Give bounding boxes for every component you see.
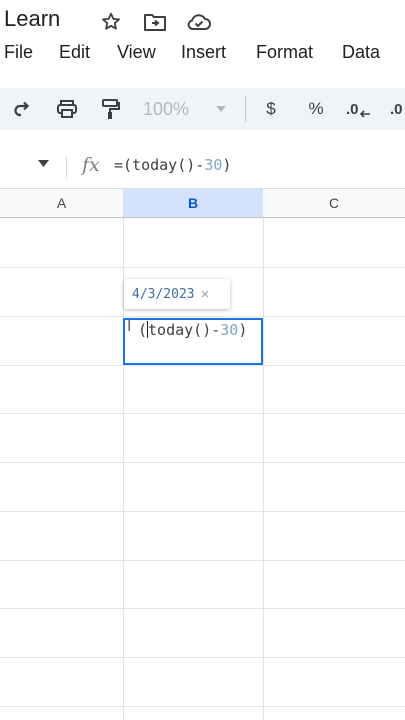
name-box-dropdown-icon[interactable]	[38, 160, 49, 167]
grid-column-line	[263, 218, 264, 720]
paint-format-icon[interactable]	[96, 94, 126, 124]
increase-decimal-button[interactable]: .0	[390, 94, 405, 124]
grid-row-line	[0, 316, 405, 317]
zoom-select[interactable]: 100%	[143, 94, 203, 124]
column-header-a[interactable]: A	[0, 188, 123, 218]
cell-close-paren: )	[238, 321, 248, 339]
tooltip-value: 4/3/2023	[132, 286, 195, 302]
menu-data[interactable]: Data	[342, 42, 380, 63]
formula-result-tooltip: 4/3/2023 ×	[124, 279, 230, 309]
move-to-folder-icon[interactable]	[142, 9, 168, 35]
redo-icon[interactable]	[8, 94, 36, 124]
menu-edit[interactable]: Edit	[59, 42, 90, 63]
menu-insert[interactable]: Insert	[181, 42, 226, 63]
increase-decimal-label: .0	[390, 100, 403, 118]
fx-icon: fx	[82, 154, 100, 176]
grid-row-line	[0, 560, 405, 561]
percent-format-button[interactable]: %	[304, 94, 328, 124]
cell-text: today()-	[148, 321, 221, 339]
formula-input[interactable]: =(today()-30)	[114, 156, 231, 174]
text-cursor-icon: I	[127, 318, 132, 335]
column-header-b[interactable]: B	[123, 188, 263, 218]
document-title[interactable]: Learn	[4, 6, 60, 32]
menu-file[interactable]: File	[4, 42, 33, 63]
cloud-status-icon[interactable]	[186, 9, 212, 35]
grid-row-line	[0, 267, 405, 268]
cell-number: 30	[220, 321, 239, 339]
grid-row-line	[0, 462, 405, 463]
grid-row-line	[0, 413, 405, 414]
grid-row-line	[0, 706, 405, 707]
cell-editor[interactable]: (today()-30)	[138, 321, 247, 339]
grid-row-line	[0, 511, 405, 512]
cell-lead-paren: (	[138, 321, 148, 339]
menu-view[interactable]: View	[117, 42, 156, 63]
arrow-left-icon	[359, 110, 370, 118]
toolbar-divider	[245, 96, 246, 122]
formula-suffix: )	[222, 156, 232, 174]
decrease-decimal-label: .0	[346, 100, 359, 118]
grid-row-line	[0, 657, 405, 658]
decrease-decimal-button[interactable]: .0	[346, 94, 376, 124]
formula-prefix: =(today()-	[114, 156, 205, 174]
menu-format[interactable]: Format	[256, 42, 313, 63]
grid-row-line	[0, 608, 405, 609]
formula-bar-divider	[66, 156, 67, 178]
formula-number: 30	[204, 156, 223, 174]
star-icon[interactable]	[98, 9, 124, 35]
currency-format-button[interactable]: $	[260, 94, 282, 124]
print-icon[interactable]	[52, 94, 82, 124]
grid-row-line	[0, 365, 405, 366]
column-header-c[interactable]: C	[263, 188, 405, 218]
zoom-dropdown-icon[interactable]	[212, 94, 230, 124]
tooltip-close-icon[interactable]: ×	[201, 286, 210, 303]
